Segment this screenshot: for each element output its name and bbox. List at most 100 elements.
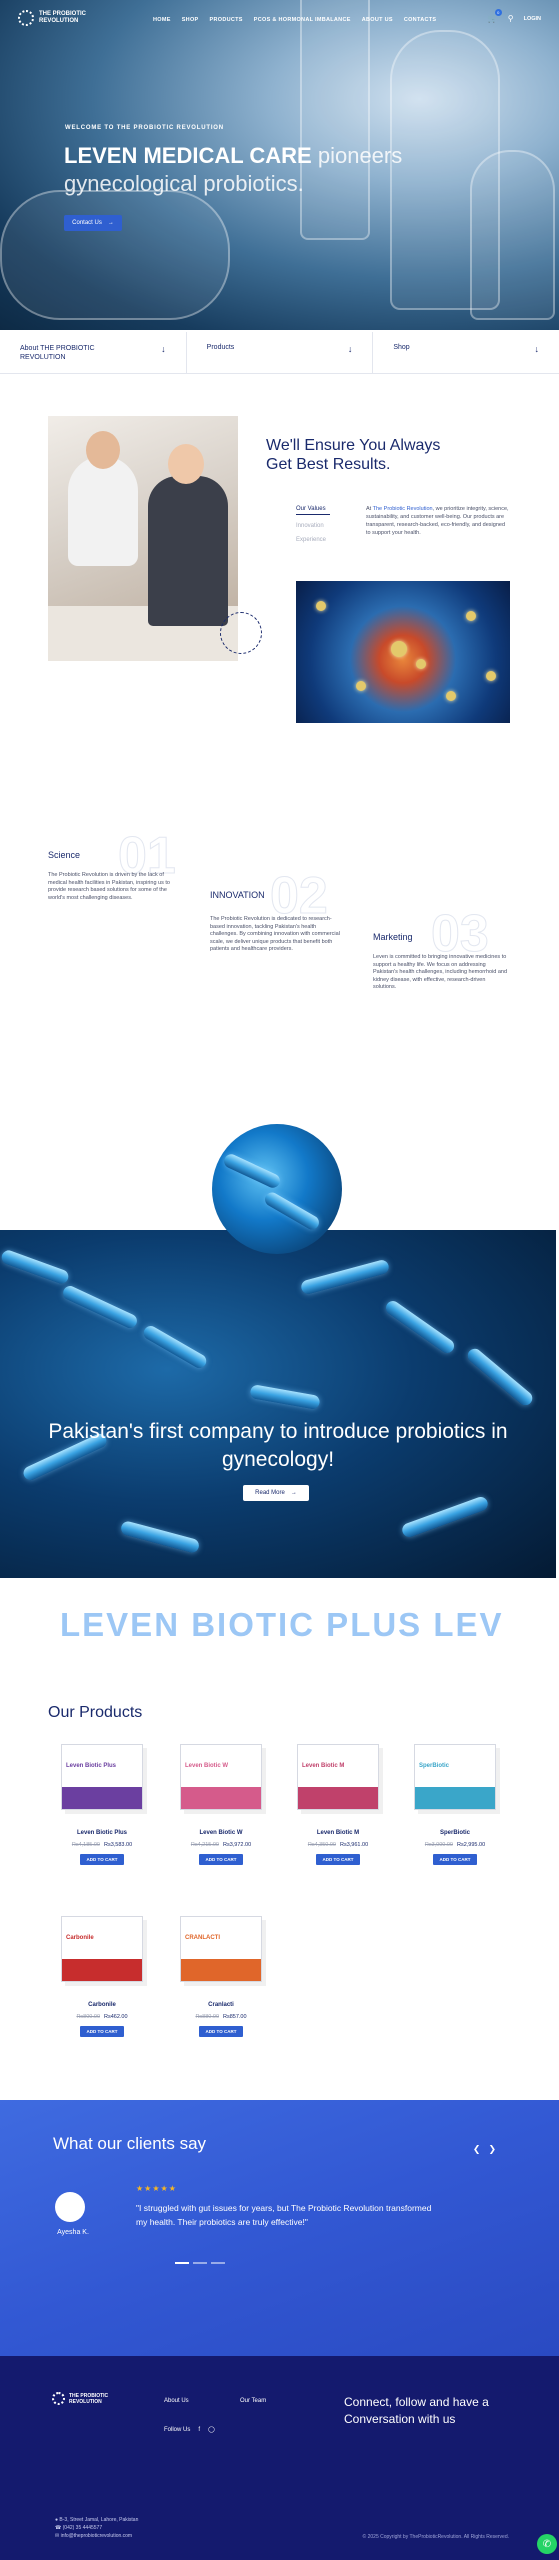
address-text: ● B-3, Street Jamal, Lahore, Pakistan	[55, 2517, 139, 2523]
product-card[interactable]: Leven Biotic M Leven Biotic M Rs4,350.00…	[283, 1738, 393, 1866]
accordion-item-about[interactable]: About THE PROBIOTIC REVOLUTION ↓	[0, 332, 187, 373]
add-to-cart-button[interactable]: ADD TO CART	[80, 1854, 124, 1865]
product-card[interactable]: Carbonile Carbonile Rs800.00 Rs462.00 ADD…	[47, 1910, 157, 2038]
read-more-label: Read More	[255, 1490, 285, 1496]
search-icon[interactable]: ⚲	[508, 14, 514, 23]
product-price: Rs3,000.00 Rs2,995.00	[400, 1842, 510, 1848]
values-title: We'll Ensure You Always Get Best Results…	[266, 437, 441, 473]
brand-logo[interactable]: THE PROBIOTIC REVOLUTION	[18, 10, 99, 26]
old-price: Rs4,215.00	[190, 1842, 219, 1848]
lab-glass-decor	[300, 0, 370, 240]
read-more-button[interactable]: Read More →	[243, 1485, 309, 1501]
instagram-icon[interactable]: ◯	[208, 2426, 215, 2433]
brand-name-line1: THE PROBIOTIC	[39, 11, 87, 17]
product-name[interactable]: Leven Biotic M	[283, 1830, 393, 1836]
gut-microbiome-image	[296, 581, 510, 723]
email-text[interactable]: ✉ info@theprobioticrevolution.com	[55, 2532, 138, 2540]
product-card[interactable]: CRANLACTI Cranlacti Rs880.00 Rs857.00 ADD…	[166, 1910, 276, 2038]
values-tabs: Our Values Innovation Experience	[296, 506, 330, 551]
product-image[interactable]: CRANLACTI	[172, 1910, 270, 1990]
old-price: Rs3,000.00	[424, 1842, 453, 1848]
add-to-cart-button[interactable]: ADD TO CART	[199, 1854, 243, 1865]
whatsapp-icon[interactable]: ✆	[537, 2534, 557, 2554]
old-price: Rs4,350.00	[307, 1842, 336, 1848]
cart-count-badge: 0	[494, 9, 502, 16]
chevron-right-icon[interactable]: ❯	[488, 2144, 504, 2154]
doctor-patient-image	[48, 416, 238, 661]
facebook-icon[interactable]: f	[198, 2427, 200, 2433]
step-text: The Probiotic Revolution is driven by th…	[48, 872, 170, 901]
sale-price: Rs3,961.00	[340, 1842, 369, 1848]
product-card[interactable]: SperBiotic SperBiotic Rs3,000.00 Rs2,995.…	[400, 1738, 510, 1866]
cart-icon[interactable]: 🛒 0	[488, 9, 502, 23]
nav-item-home[interactable]: HOME	[153, 17, 171, 23]
add-to-cart-button[interactable]: ADD TO CART	[316, 1854, 360, 1865]
step-text: Leven is committed to bringing innovativ…	[373, 954, 508, 990]
old-price: Rs4,185.00	[71, 1842, 100, 1848]
product-image[interactable]: Leven Biotic Plus	[53, 1738, 151, 1818]
accordion-item-shop[interactable]: Shop ↓	[373, 332, 559, 373]
bacteria-banner: Pakistan's first company to introduce pr…	[0, 1230, 556, 1578]
arrow-right-icon: →	[290, 1490, 297, 1496]
nav-item-shop[interactable]: SHOP	[182, 17, 199, 23]
sale-price: Rs857.00	[223, 2014, 247, 2020]
tab-innovation[interactable]: Innovation	[296, 523, 330, 529]
rotating-badge-icon	[220, 612, 262, 654]
follow-label: Follow Us	[164, 2426, 191, 2433]
doctor-figure	[68, 431, 138, 566]
product-name[interactable]: Leven Biotic W	[166, 1830, 276, 1836]
tab-our-values[interactable]: Our Values	[296, 506, 330, 515]
add-to-cart-button[interactable]: ADD TO CART	[80, 2026, 124, 2037]
phone-text[interactable]: ☎ (042) 35 4445577	[55, 2524, 138, 2532]
avatar	[55, 2192, 85, 2222]
accordion-item-products[interactable]: Products ↓	[187, 332, 374, 373]
product-card[interactable]: Leven Biotic W Leven Biotic W Rs4,215.00…	[166, 1738, 276, 1866]
accordion-label: Products	[206, 344, 235, 351]
testimonials-section: What our clients say ❮❯ Ayesha K. ★★★★★ …	[0, 2100, 559, 2356]
footer-cta: Connect, follow and have a Conversation …	[344, 2395, 489, 2426]
arrow-down-icon: ↓	[534, 344, 540, 354]
tab-experience[interactable]: Experience	[296, 537, 330, 543]
footer-logo[interactable]: THE PROBIOTIC REVOLUTION	[52, 2392, 129, 2405]
product-name[interactable]: Carbonile	[47, 2002, 157, 2008]
testimonial-arrows: ❮❯	[473, 2144, 504, 2155]
footer-link-about[interactable]: About Us	[164, 2398, 189, 2404]
login-link[interactable]: LOGIN	[524, 16, 541, 22]
carousel-dot[interactable]	[211, 2262, 225, 2264]
footer-link-team[interactable]: Our Team	[240, 2398, 266, 2404]
product-price: Rs4,350.00 Rs3,961.00	[283, 1842, 393, 1848]
chevron-left-icon[interactable]: ❮	[473, 2144, 489, 2154]
nav-item-about[interactable]: ABOUT US	[362, 17, 393, 23]
nav-item-products[interactable]: PRODUCTS	[210, 17, 243, 23]
product-card[interactable]: Leven Biotic Plus Leven Biotic Plus Rs4,…	[47, 1738, 157, 1866]
sale-price: Rs2,995.00	[457, 1842, 486, 1848]
add-to-cart-button[interactable]: ADD TO CART	[199, 2026, 243, 2037]
bacteria-circle-image	[212, 1124, 342, 1254]
product-name[interactable]: Cranlacti	[166, 2002, 276, 2008]
carousel-dot[interactable]	[193, 2262, 207, 2264]
add-to-cart-button[interactable]: ADD TO CART	[433, 1854, 477, 1865]
product-name[interactable]: Leven Biotic Plus	[47, 1830, 157, 1836]
banner-title: Pakistan's first company to introduce pr…	[48, 1420, 508, 1471]
arrow-down-icon: ↓	[347, 344, 353, 354]
brand-highlight: The Probiotic Revolution	[372, 506, 433, 512]
product-image[interactable]: SperBiotic	[406, 1738, 504, 1818]
nav-item-pcos[interactable]: PCOS & HORMONAL IMBALANCE	[254, 17, 351, 23]
step-text: The Probiotic Revolution is dedicated to…	[210, 916, 340, 952]
product-image[interactable]: Carbonile	[53, 1910, 151, 1990]
nav-item-contacts[interactable]: CONTACTS	[404, 17, 437, 23]
product-image[interactable]: Leven Biotic W	[172, 1738, 270, 1818]
sale-price: Rs462.00	[104, 2014, 128, 2020]
testimonial-author: Ayesha K.	[57, 2229, 89, 2236]
product-image[interactable]: Leven Biotic M	[289, 1738, 387, 1818]
testimonial-quote: "I struggled with gut issues for years, …	[136, 2203, 432, 2227]
contact-us-button[interactable]: Contact Us →	[64, 215, 122, 231]
hero-title: LEVEN MEDICAL CARE pioneers gynecologica…	[64, 142, 424, 198]
product-name[interactable]: SperBiotic	[400, 1830, 510, 1836]
copyright: © 2025 Copyright by TheProbioticRevoluti…	[362, 2534, 509, 2540]
step-title: Marketing	[373, 932, 413, 942]
phone-icon: ☎	[55, 2525, 63, 2531]
product-price: Rs800.00 Rs462.00	[47, 2014, 157, 2020]
menu: HOME SHOP PRODUCTS PCOS & HORMONAL IMBAL…	[153, 17, 436, 23]
carousel-dot[interactable]	[175, 2262, 189, 2264]
